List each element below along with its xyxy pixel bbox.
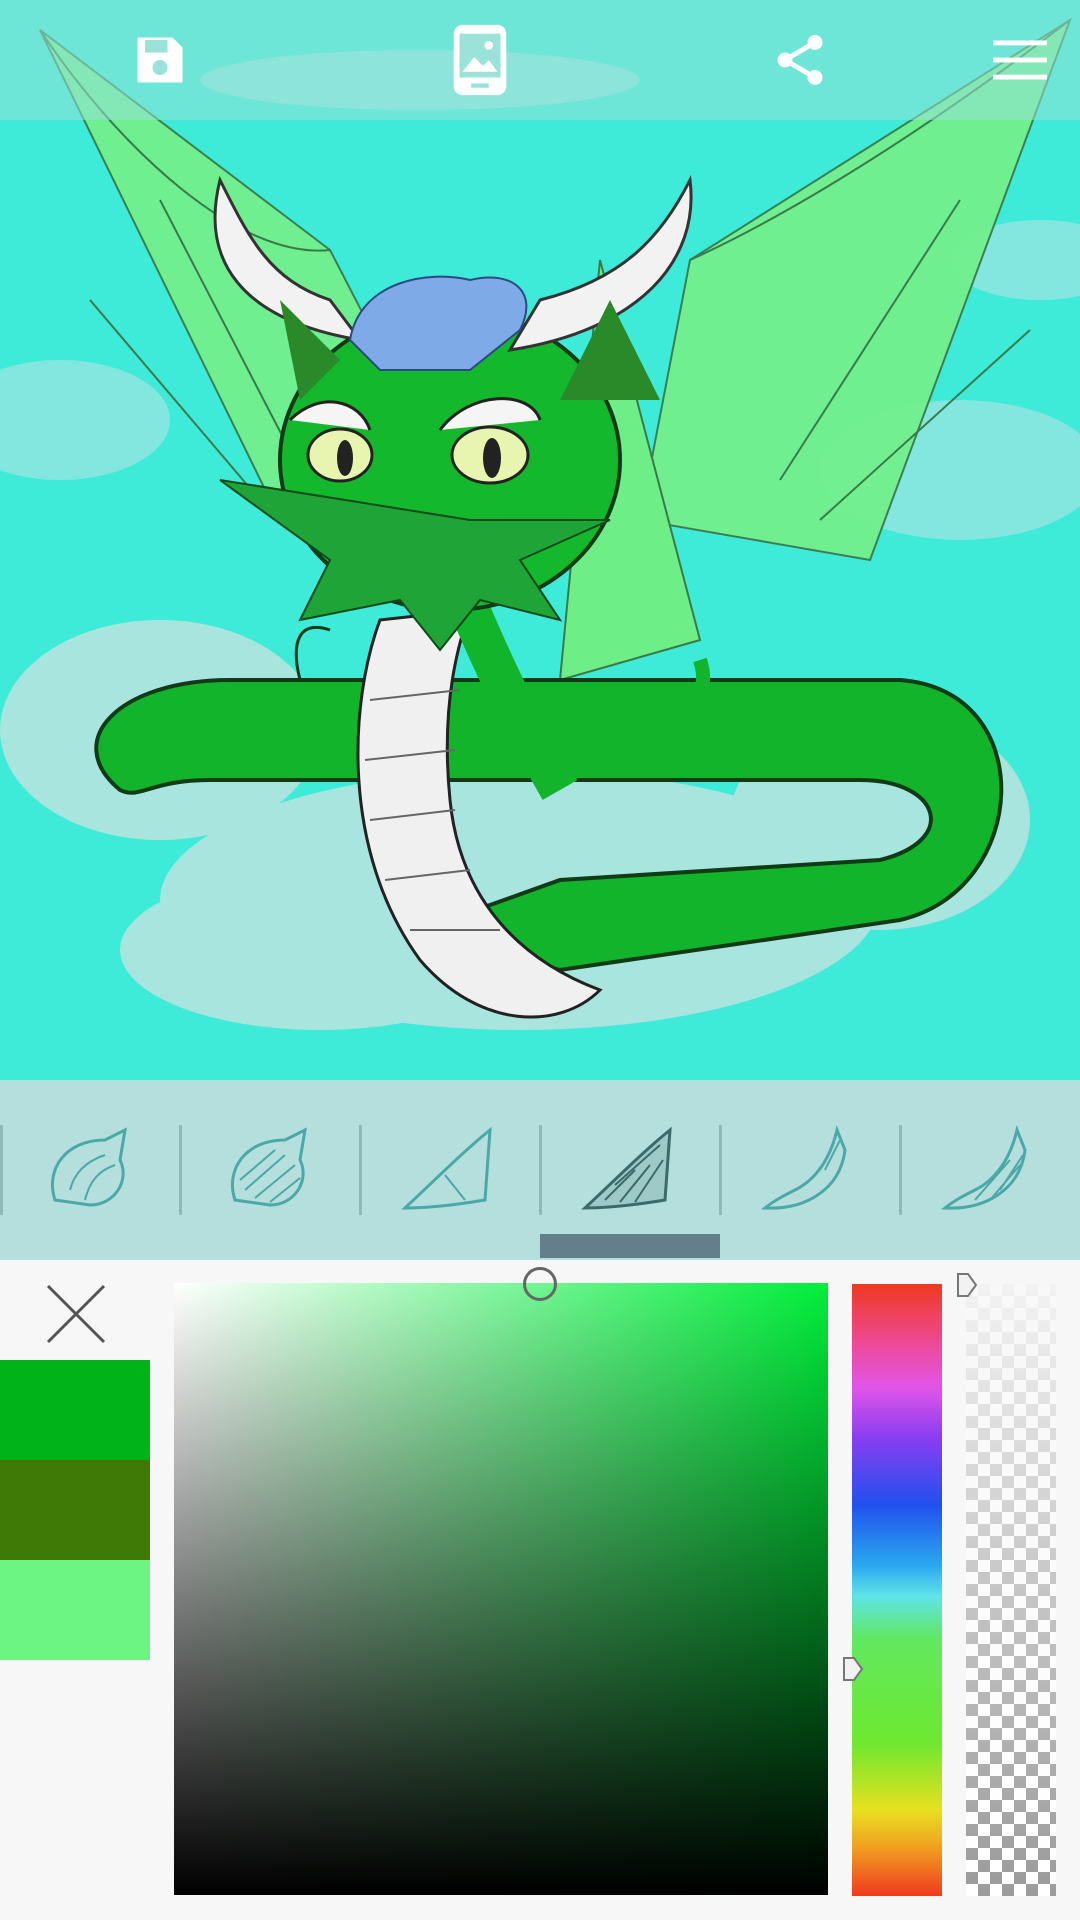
wing-fin-outline-icon [401, 1126, 492, 1210]
part-option-fin-shaded[interactable] [545, 1100, 715, 1240]
saturation-value-square[interactable] [174, 1283, 828, 1895]
dragon-artwork [0, 17, 1080, 1030]
wallpaper-phone-icon [453, 24, 507, 96]
set-wallpaper-button[interactable] [438, 18, 522, 102]
part-option-tail-shaded[interactable] [905, 1100, 1075, 1240]
save-button[interactable] [118, 18, 202, 102]
share-icon [777, 35, 823, 85]
share-button[interactable] [758, 18, 842, 102]
hue-slider-handle[interactable] [842, 1656, 864, 1686]
fur-tuft-outline-icon [50, 1127, 127, 1207]
slider-pointer-icon [843, 1657, 864, 1681]
saturation-value-handle[interactable] [523, 1267, 557, 1301]
strip-scroll-indicator[interactable] [540, 1234, 720, 1258]
fur-tuft-shaded-icon [230, 1127, 307, 1207]
separator [719, 1125, 722, 1215]
close-icon [46, 1284, 106, 1344]
tail-tip-shaded-icon [940, 1125, 1027, 1210]
alpha-slider[interactable] [966, 1284, 1056, 1896]
tail-tip-outline-icon [760, 1125, 847, 1210]
close-color-picker-button[interactable] [40, 1278, 112, 1350]
drawing-canvas[interactable] [0, 0, 1080, 1080]
separator [899, 1125, 902, 1215]
part-option-tail-outline[interactable] [725, 1100, 895, 1240]
menu-button[interactable] [978, 18, 1062, 102]
separator [539, 1125, 542, 1215]
top-toolbar [0, 0, 1080, 120]
separator [359, 1125, 362, 1215]
hue-slider[interactable] [852, 1284, 942, 1896]
wing-fin-shaded-icon [581, 1126, 672, 1210]
menu-icon [993, 40, 1047, 80]
separator [179, 1125, 182, 1215]
part-option-fin-outline[interactable] [365, 1100, 535, 1240]
separator [0, 1125, 3, 1215]
slider-pointer-icon [957, 1273, 978, 1297]
recent-color-swatch-3[interactable] [0, 1560, 150, 1660]
alpha-slider-handle[interactable] [956, 1272, 978, 1302]
recent-color-swatch-2[interactable] [0, 1460, 150, 1560]
recent-color-swatch-1[interactable] [0, 1360, 150, 1460]
save-icon [137, 37, 183, 83]
part-option-fur-outline[interactable] [5, 1100, 175, 1240]
part-option-fur-shaded[interactable] [185, 1100, 355, 1240]
part-selector-strip[interactable] [0, 1080, 1080, 1260]
